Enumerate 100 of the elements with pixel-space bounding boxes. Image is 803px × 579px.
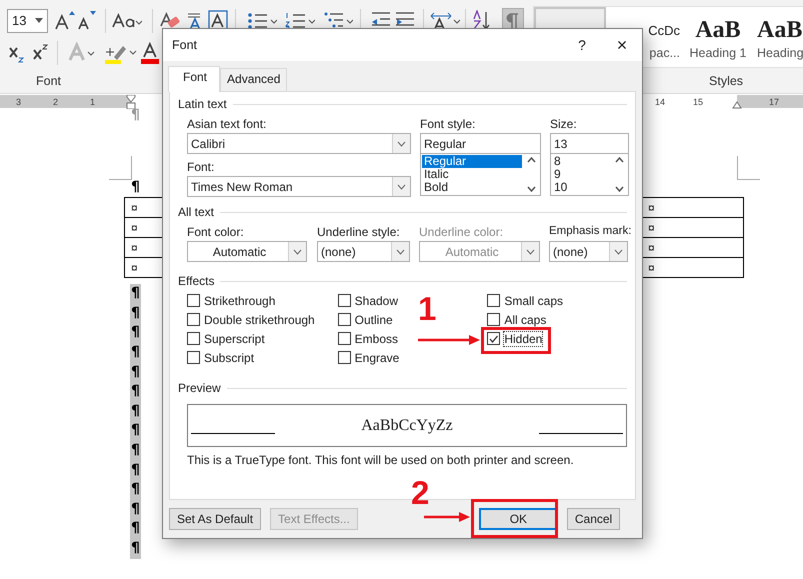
dropdown[interactable]: Times New Roman xyxy=(187,176,411,197)
dialog-button[interactable]: Cancel xyxy=(566,508,620,530)
list-option[interactable]: Italic xyxy=(422,168,522,181)
checkbox-label: Superscript xyxy=(204,332,265,346)
scroll-up-icon[interactable] xyxy=(615,157,624,163)
chevron-down-icon xyxy=(526,248,535,254)
paragraph-mark: ¶ xyxy=(130,284,141,304)
paragraph-mark: ¶ xyxy=(130,500,141,519)
list-option[interactable]: Regular xyxy=(422,155,522,168)
field-label: Font: xyxy=(187,160,214,174)
group-label: Font xyxy=(36,74,62,88)
paragraph-mark: ¶ xyxy=(130,480,141,500)
checkbox-label: Small caps xyxy=(504,294,563,308)
tab[interactable]: Advanced xyxy=(220,68,288,91)
field-label: Emphasis mark: xyxy=(549,225,632,239)
checkbox[interactable] xyxy=(187,313,200,326)
corner-mark xyxy=(737,156,760,180)
paragraph-mark: ¶ xyxy=(130,342,141,362)
step-number: 1 xyxy=(418,292,436,325)
field-label: Font style: xyxy=(420,117,476,131)
dropdown[interactable]: (none) xyxy=(549,241,628,262)
chevron-down-icon xyxy=(397,140,406,146)
list-option[interactable]: Bold xyxy=(422,181,522,194)
group-label: Styles xyxy=(709,74,744,88)
dialog-button[interactable]: OK xyxy=(478,508,558,530)
paragraph-mark: ¶ xyxy=(130,178,141,197)
paragraph-mark: ¶ xyxy=(130,440,141,460)
field-label: Font color: xyxy=(187,225,244,239)
checkbox-label: Subscript xyxy=(204,350,254,364)
dropdown[interactable]: Automatic xyxy=(187,241,307,262)
chevron-down-icon xyxy=(293,248,302,254)
checkbox[interactable] xyxy=(187,294,200,307)
style-name: pac... xyxy=(649,46,680,60)
ruler-number: 3 xyxy=(16,96,22,106)
style-gallery-item[interactable]: AaB Heading 1 xyxy=(682,7,754,67)
checkbox[interactable] xyxy=(338,313,351,326)
indent-marker-icon[interactable] xyxy=(732,101,742,109)
list-option[interactable]: 9 xyxy=(552,168,610,181)
paragraph-mark: ¶ xyxy=(130,421,141,440)
ruler-number: 14 xyxy=(655,96,666,106)
list-option[interactable]: 8 xyxy=(552,155,610,168)
dropdown[interactable]: Calibri xyxy=(187,133,411,154)
list-option[interactable]: 10 xyxy=(552,181,610,194)
checkbox[interactable] xyxy=(187,351,200,364)
style-name: Heading xyxy=(757,46,803,60)
checkbox-label: All caps xyxy=(504,312,546,326)
paragraph-mark: ¶ xyxy=(130,519,141,538)
checkbox-label: Emboss xyxy=(354,332,398,346)
checkbox[interactable] xyxy=(338,332,351,345)
section-label: Effects xyxy=(178,274,214,288)
checkbox[interactable] xyxy=(187,332,200,345)
close-button[interactable]: × xyxy=(602,34,642,56)
font-size-field[interactable]: 13 xyxy=(7,8,48,32)
dialog-button[interactable]: Set As Default xyxy=(169,508,262,530)
input-field[interactable]: Regular xyxy=(420,133,541,154)
paragraph-mark: ¶ xyxy=(130,382,141,402)
scroll-down-icon[interactable] xyxy=(527,186,536,192)
input-field[interactable]: 13 xyxy=(550,133,629,154)
corner-mark xyxy=(109,156,132,180)
field-label: Underline color: xyxy=(419,225,504,239)
style-name: Heading 1 xyxy=(690,46,746,60)
font-size-value: 13 xyxy=(12,13,26,28)
checkbox-label: Hidden xyxy=(504,332,542,346)
help-button[interactable]: ? xyxy=(562,37,602,53)
checkbox[interactable] xyxy=(487,332,500,345)
caret-icon xyxy=(35,18,43,23)
chevron-down-icon xyxy=(396,248,405,254)
highlight-box xyxy=(481,327,551,354)
section-label: Latin text xyxy=(178,97,227,111)
checkbox[interactable] xyxy=(338,294,351,307)
style-gallery-item[interactable]: AaB Heading xyxy=(754,7,803,67)
scroll-down-icon[interactable] xyxy=(615,186,624,192)
checkbox[interactable] xyxy=(487,313,500,326)
ruler-number: 2 xyxy=(53,96,58,106)
ruler-number: 17 xyxy=(769,96,780,106)
chevron-down-icon xyxy=(397,184,406,190)
paragraph-mark: ¶ xyxy=(130,402,141,421)
paragraph-mark: ¶ xyxy=(130,323,141,342)
style-sample: AaB xyxy=(757,18,802,42)
checkbox[interactable] xyxy=(338,351,351,364)
dialog-title: Font xyxy=(172,38,198,52)
step-number: 2 xyxy=(411,476,430,509)
section-label: Preview xyxy=(178,381,221,395)
preview-sample: AaBbCcYyZz xyxy=(361,416,453,434)
shrink-font-icon[interactable] xyxy=(78,10,96,32)
checkbox-label: Engrave xyxy=(354,350,400,364)
grow-font-icon[interactable] xyxy=(55,10,75,32)
arrow xyxy=(418,334,480,346)
paragraph-mark: ¶ xyxy=(130,362,141,382)
field-label: Asian text font: xyxy=(187,117,266,131)
checkbox-label: Shadow xyxy=(354,294,398,308)
checkbox[interactable] xyxy=(487,294,500,307)
checkbox-label: Outline xyxy=(354,312,393,326)
font-color-icon[interactable] xyxy=(141,42,161,64)
paragraph-mark: ¶ xyxy=(130,538,141,558)
dropdown[interactable]: (none) xyxy=(317,241,410,262)
scroll-up-icon[interactable] xyxy=(527,157,536,163)
arrow xyxy=(424,511,470,523)
tab[interactable]: Font xyxy=(168,66,220,92)
check-icon xyxy=(489,334,498,342)
